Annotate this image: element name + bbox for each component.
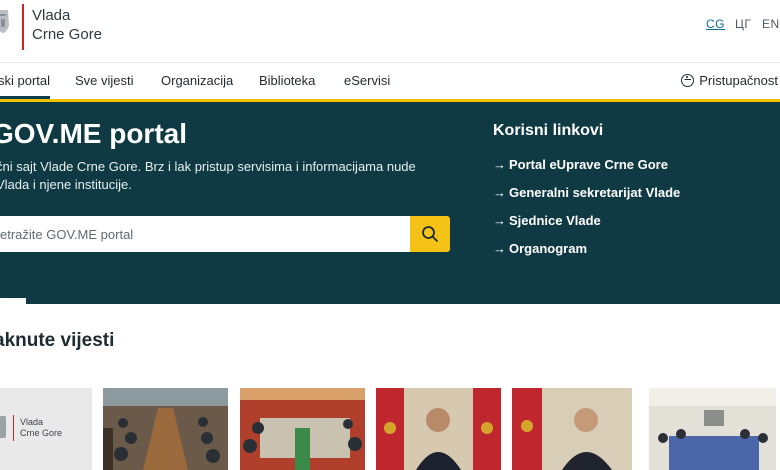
arrow-right-icon: →	[493, 157, 506, 172]
link-label: Sjednice Vlade	[509, 213, 601, 228]
coat-of-arms-icon	[0, 10, 9, 33]
card-logo-line-1: Vlada	[20, 417, 44, 427]
logo-line-1: Vlada	[32, 7, 71, 24]
featured-news-title: aknute vijesti	[0, 330, 115, 351]
hero-description: čni sajt Vlade Crne Gore. Brz i lak pris…	[0, 159, 416, 192]
link-label: Organogram	[509, 241, 588, 256]
nav-item-eservisi[interactable]: eServisi	[344, 73, 390, 88]
page-title: GOV.ME portal	[0, 118, 188, 149]
lang-cyrillic[interactable]: ЦГ	[735, 17, 751, 31]
lang-cg[interactable]: CG	[706, 17, 725, 31]
news-card-4[interactable]	[376, 388, 501, 470]
news-card-1[interactable]: Vlada Crne Gore	[0, 388, 92, 470]
nav-item-sve-vijesti[interactable]: Sve vijesti	[75, 73, 134, 88]
search-input[interactable]	[0, 216, 410, 252]
search-box	[0, 216, 410, 252]
main-navigation: ski portal Sve vijesti Organizacija Bibl…	[0, 62, 780, 100]
logo-divider	[13, 415, 14, 441]
link-portal-euprave[interactable]: → Portal eUprave Crne Gore	[493, 157, 668, 172]
site-logo[interactable]: Vlada Crne Gore	[32, 6, 102, 44]
search-button[interactable]	[410, 216, 450, 252]
link-sjednice-vlade[interactable]: → Sjednice Vlade	[493, 213, 601, 228]
accessibility-button[interactable]: Pristupačnost	[681, 73, 778, 88]
news-card-3[interactable]	[240, 388, 365, 470]
search-icon	[422, 226, 438, 242]
card-logo-text: Vlada Crne Gore	[20, 417, 62, 439]
arrow-right-icon: →	[493, 185, 506, 200]
news-card-5[interactable]	[512, 388, 632, 470]
useful-links-title: Korisni linkovi	[493, 122, 604, 139]
news-card-2[interactable]	[103, 388, 228, 470]
official-portrait-photo	[512, 388, 632, 470]
nav-item-portal[interactable]: ski portal	[0, 73, 51, 99]
hero-banner: GOV.ME portal čni sajt Vlade Crne Gore. …	[0, 102, 780, 306]
accessibility-icon	[681, 74, 695, 87]
logo-line-2: Crne Gore	[32, 26, 103, 43]
link-generalni-sekretarijat[interactable]: → Generalni sekretarijat Vlade	[493, 185, 680, 200]
meeting-room-photo	[240, 388, 365, 470]
arrow-right-icon: →	[493, 241, 506, 256]
official-portrait-photo	[376, 388, 501, 470]
link-label: Portal eUprave Crne Gore	[509, 157, 668, 172]
nav-item-organizacija[interactable]: Organizacija	[161, 73, 233, 88]
logo-divider	[22, 4, 24, 50]
site-header: Vlada Crne Gore CG ЦГ EN	[0, 0, 780, 62]
nav-item-biblioteka[interactable]: Biblioteka	[259, 73, 315, 88]
hero-corner-notch	[0, 298, 26, 306]
reception-hall-photo	[649, 388, 776, 470]
accessibility-label: Pristupačnost	[699, 73, 778, 88]
link-label: Generalni sekretarijat Vlade	[509, 185, 681, 200]
arrow-right-icon: →	[493, 213, 506, 228]
link-organogram[interactable]: → Organogram	[493, 241, 587, 256]
news-card-6[interactable]	[649, 388, 776, 470]
card-logo-line-2: Crne Gore	[20, 428, 63, 438]
lang-en[interactable]: EN	[762, 17, 780, 31]
coat-of-arms-icon	[0, 416, 6, 438]
conference-table-photo	[103, 388, 228, 470]
